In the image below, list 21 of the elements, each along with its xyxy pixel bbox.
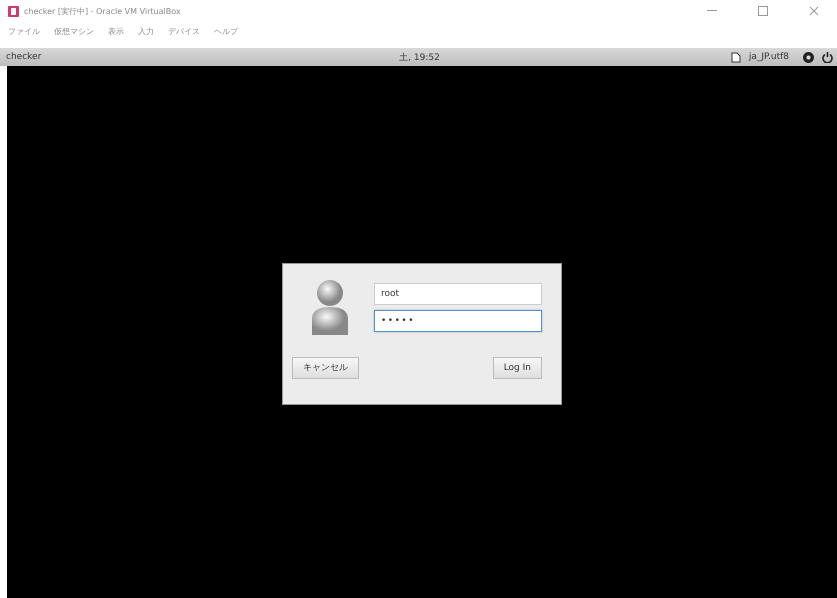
minimize-icon[interactable]	[707, 10, 717, 12]
host-name: checker	[6, 52, 42, 62]
menu-item[interactable]: 入力	[138, 26, 154, 36]
menu-item[interactable]: 仮想マシン	[54, 26, 94, 36]
window-title: checker [実行中] - Oracle VM VirtualBox	[24, 6, 181, 16]
locale-indicator[interactable]: ja_JP.utf8	[748, 52, 790, 62]
app-icon	[8, 6, 19, 16]
clock[interactable]: 土, 19:52	[399, 50, 440, 64]
power-icon[interactable]	[822, 52, 834, 62]
close-icon[interactable]	[809, 6, 819, 16]
password-field[interactable]: •••••	[374, 310, 542, 332]
username-field[interactable]: root	[374, 283, 542, 305]
menu-item[interactable]: ヘルプ	[214, 26, 238, 36]
document-icon[interactable]	[730, 52, 741, 62]
maximize-icon[interactable]	[758, 6, 768, 16]
cancel-button[interactable]: キャンセル	[292, 356, 359, 378]
menu-item[interactable]: ファイル	[8, 26, 40, 36]
menu-item[interactable]: デバイス	[168, 26, 200, 36]
user-avatar-icon	[310, 278, 350, 336]
login-button[interactable]: Log In	[492, 356, 542, 378]
menu-item[interactable]: 表示	[108, 26, 124, 36]
